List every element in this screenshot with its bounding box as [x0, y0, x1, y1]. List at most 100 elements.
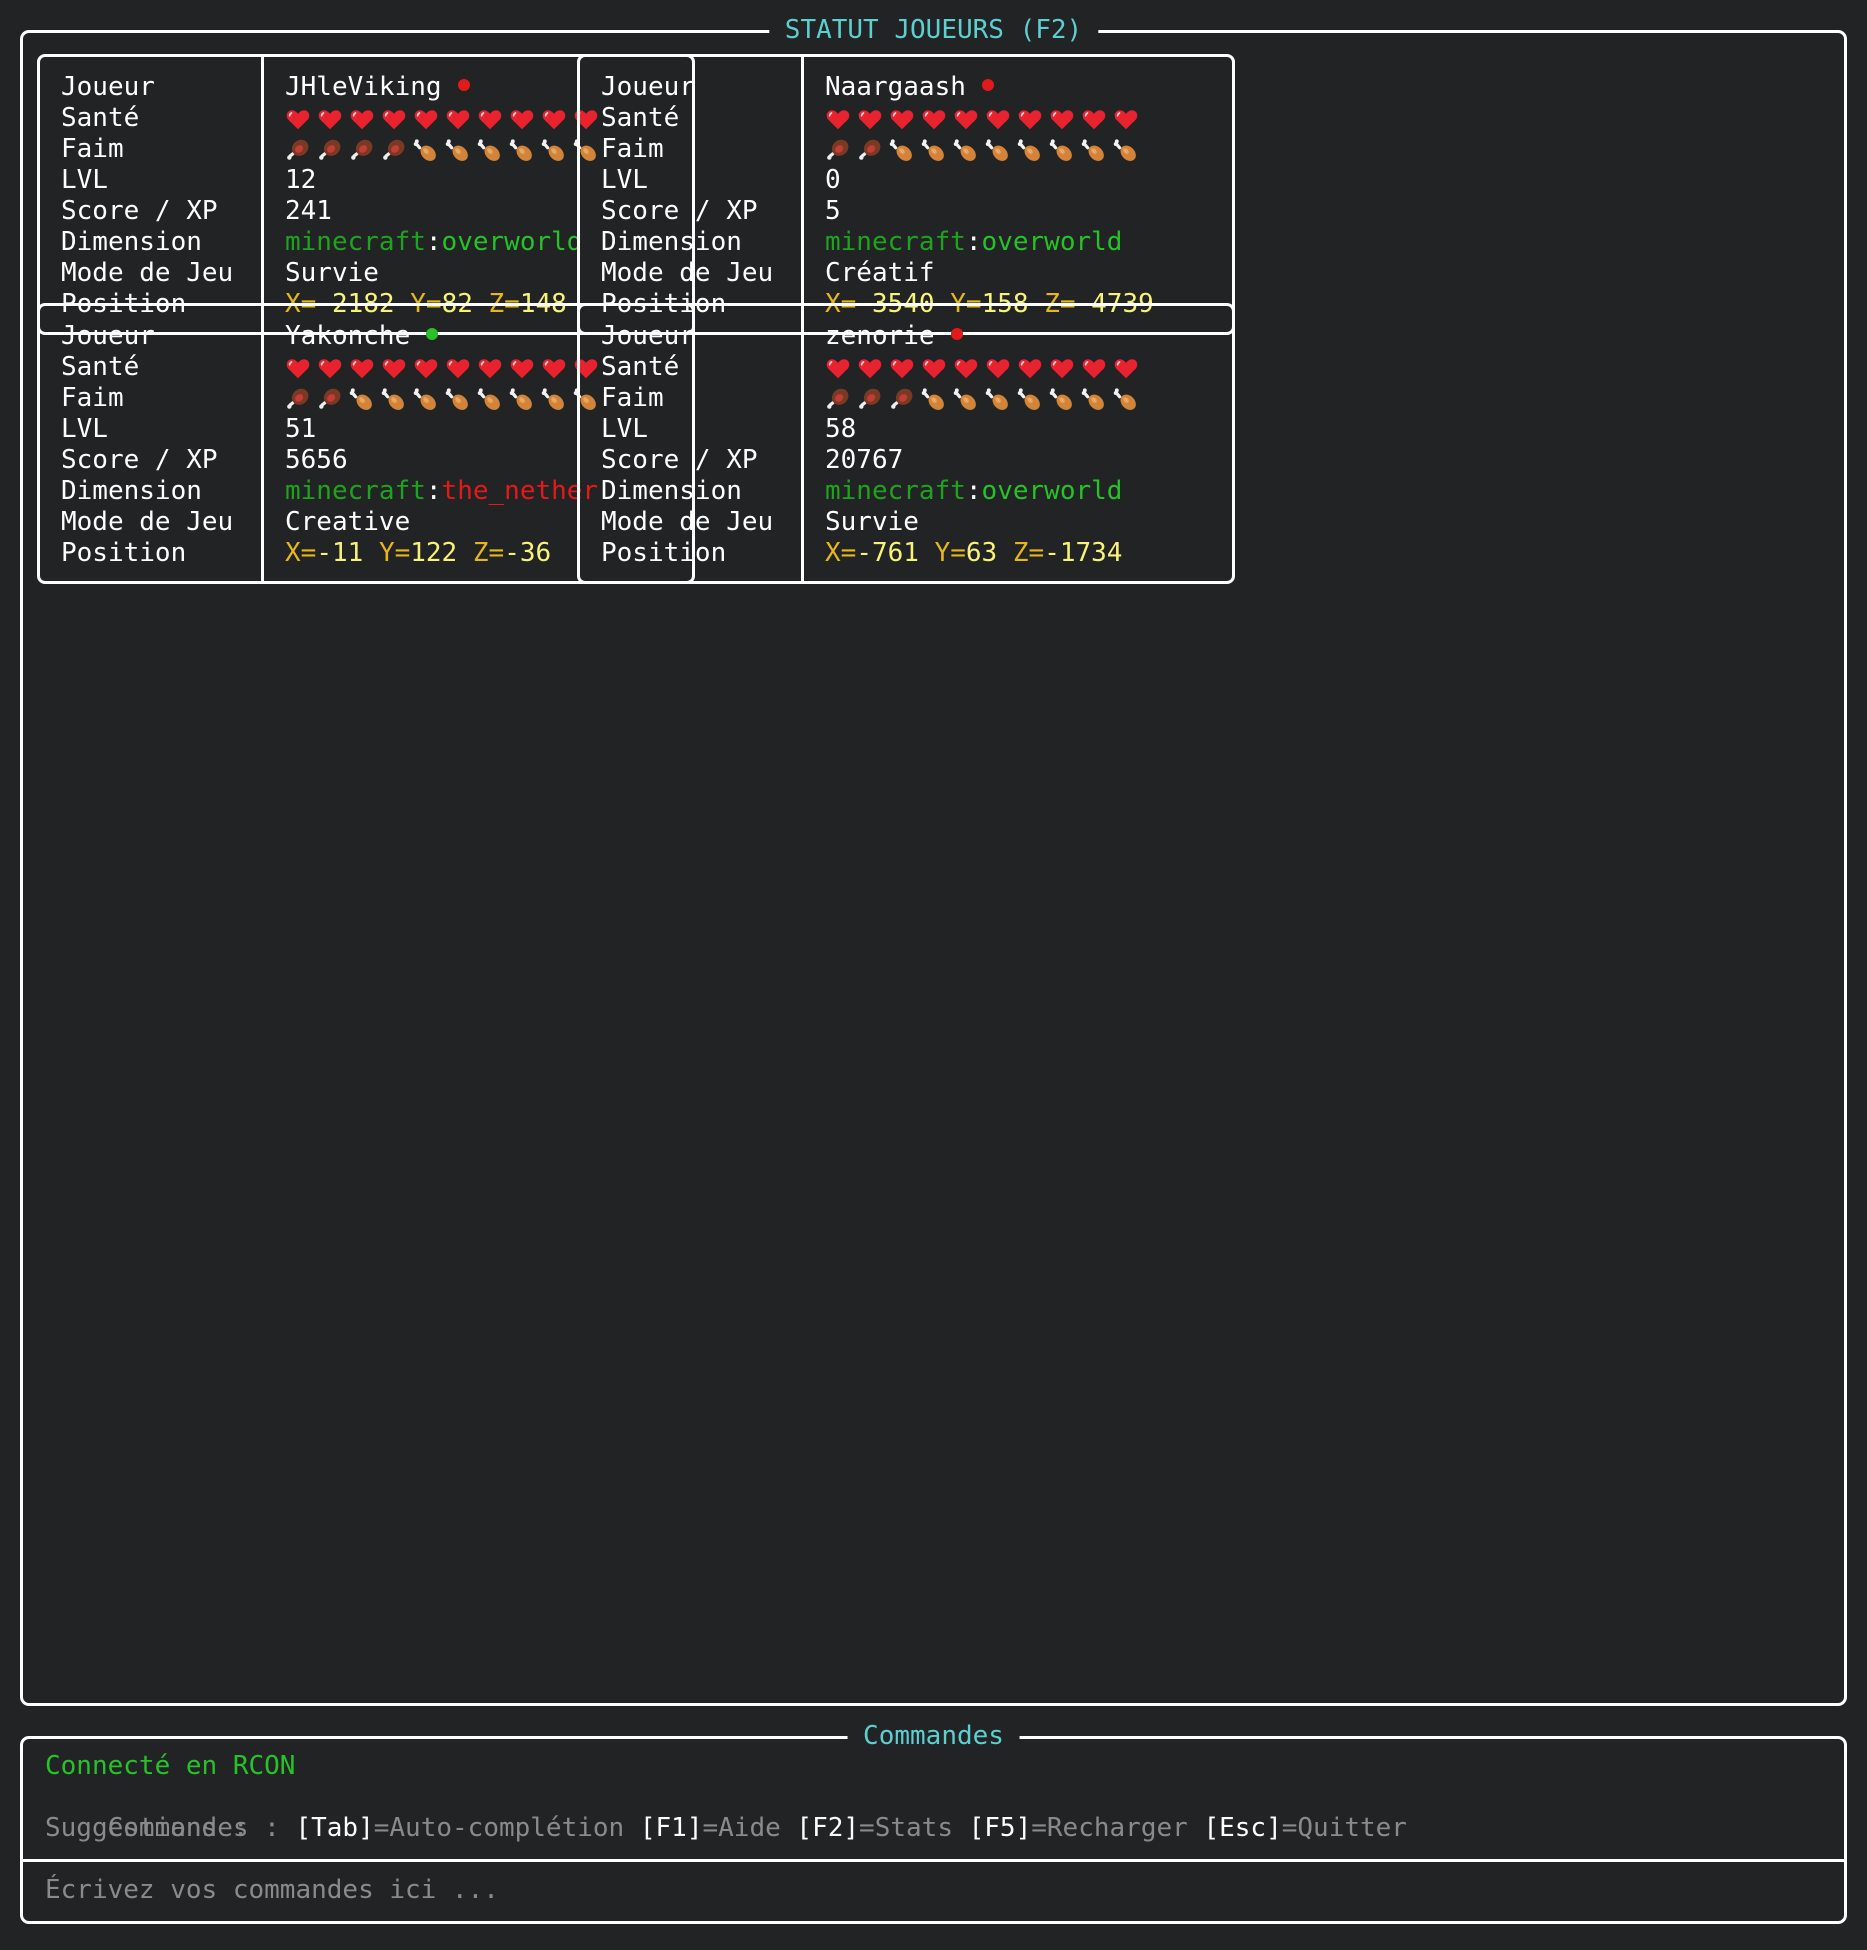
dimension-separator: :: [965, 476, 982, 506]
dimension-namespace: minecraft: [285, 227, 426, 257]
field-label: Mode de Jeu: [601, 258, 774, 288]
suggestions-label: Suggestions :: [45, 1813, 249, 1843]
heart-icon: [350, 358, 374, 378]
heart-icon: [446, 358, 470, 378]
heart-icon: [922, 109, 946, 129]
heart-icon: [826, 109, 850, 129]
commands-panel: Commandes Connecté en RCON Commandes : […: [20, 1721, 1847, 1924]
heart-icon: [1050, 358, 1074, 378]
player-dimension: minecraft:overworld: [825, 227, 1154, 258]
player-dimension: minecraft:overworld: [825, 476, 1145, 507]
heart-icon: [414, 109, 438, 129]
drumstick-icon: [541, 387, 564, 410]
player-gamemode: Créatif: [825, 258, 935, 288]
field-labels: Joueur Santé Faim LVL Score / XP Dimension Mod…: [601, 72, 773, 320]
coord-key: Z=: [1012, 538, 1045, 568]
connection-status: Connecté en RCON: [45, 1751, 296, 1781]
drumstick-icon: [985, 387, 1008, 410]
field-label: Faim: [601, 134, 664, 164]
field-label: Dimension: [601, 227, 742, 257]
hint-key: [F5]: [968, 1813, 1032, 1843]
commands-panel-title: Commandes: [847, 1721, 1020, 1752]
meat-icon: [383, 139, 405, 160]
meat-icon: [827, 139, 849, 160]
field-label: Joueur: [601, 72, 695, 102]
field-label: Faim: [601, 383, 664, 413]
player-status-panel: STATUT JOUEURS (F2) Joueur Santé Faim LVL Sc…: [20, 15, 1847, 1706]
heart-icon: [382, 109, 406, 129]
field-label: Position: [61, 538, 187, 568]
heart-icon: [1082, 358, 1106, 378]
field-label: Dimension: [61, 227, 202, 257]
drumstick-icon: [953, 387, 976, 410]
player-score: 5656: [285, 445, 348, 475]
player-gamemode: Survie: [285, 258, 379, 288]
drumstick-icon: [1017, 138, 1040, 161]
heart-icon: [890, 358, 914, 378]
player-name: JHleViking: [285, 72, 442, 102]
player-dimension: minecraft:the_nether: [285, 476, 605, 507]
heart-icon: [954, 109, 978, 129]
player-score: 241: [285, 196, 332, 226]
field-label: Faim: [61, 383, 124, 413]
drumstick-icon: [445, 387, 468, 410]
commands-divider: [23, 1859, 1844, 1862]
player-name-row: JHleViking: [285, 72, 605, 103]
coord-value: -36: [504, 538, 552, 568]
health-bar: [825, 103, 1154, 134]
heart-icon: [890, 109, 914, 129]
heart-icon: [826, 358, 850, 378]
coord-value: -761: [856, 538, 919, 568]
dimension-name: overworld: [981, 476, 1123, 506]
heart-icon: [286, 109, 310, 129]
field-values: JHleViking 12 241 minecraft:overworld Survie…: [285, 72, 605, 320]
drumstick-icon: [1049, 138, 1072, 161]
drumstick-icon: [1113, 387, 1136, 410]
drumstick-icon: [1049, 387, 1072, 410]
drumstick-icon: [541, 138, 564, 161]
heart-icon: [542, 358, 566, 378]
field-labels: Joueur Santé Faim LVL Score / XP Dimension Mod…: [61, 72, 233, 320]
heart-icon: [318, 358, 342, 378]
heart-icon: [1114, 358, 1138, 378]
hint-key: [F1]: [639, 1813, 703, 1843]
dimension-name: overworld: [981, 227, 1123, 257]
coord-key: X=: [825, 538, 857, 568]
card-divider: [801, 306, 804, 581]
heart-icon: [350, 109, 374, 129]
status-dot-icon: [426, 327, 439, 340]
dimension-name: the_nether: [441, 476, 599, 506]
field-label: Position: [601, 538, 727, 568]
drumstick-icon: [985, 138, 1008, 161]
status-dot-icon: [950, 327, 963, 340]
heart-icon: [478, 109, 502, 129]
heart-icon: [318, 109, 342, 129]
hunger-bar: [825, 134, 1154, 165]
hunger-bar: [285, 134, 605, 165]
command-input[interactable]: Écrivez vos commandes ici ...: [45, 1875, 499, 1906]
field-label: Mode de Jeu: [61, 258, 234, 288]
status-dot-icon: [457, 78, 470, 91]
field-label: Score / XP: [601, 445, 758, 475]
player-level: 58: [825, 414, 857, 444]
meat-icon: [859, 139, 881, 160]
dimension-namespace: minecraft: [825, 227, 966, 257]
heart-icon: [986, 109, 1010, 129]
heart-icon: [478, 358, 502, 378]
coord-value: 122: [410, 538, 458, 568]
dimension-namespace: minecraft: [825, 476, 966, 506]
heart-icon: [1018, 358, 1042, 378]
field-label: Faim: [61, 134, 124, 164]
drumstick-icon: [953, 138, 976, 161]
dimension-separator: :: [425, 227, 442, 257]
heart-icon: [1018, 109, 1042, 129]
field-labels: Joueur Santé Faim LVL Score / XP Dimension Mod…: [601, 321, 773, 569]
field-label: Santé: [601, 352, 680, 382]
hint-desc: =Quitter: [1281, 1813, 1407, 1843]
coord-value: -11: [316, 538, 364, 568]
player-gamemode: Creative: [285, 507, 411, 537]
card-divider: [261, 306, 264, 581]
field-values: Yakonche 51 5656 minecraft:the_nether Creati…: [285, 321, 605, 569]
heart-icon: [1114, 109, 1138, 129]
field-label: Dimension: [601, 476, 742, 506]
